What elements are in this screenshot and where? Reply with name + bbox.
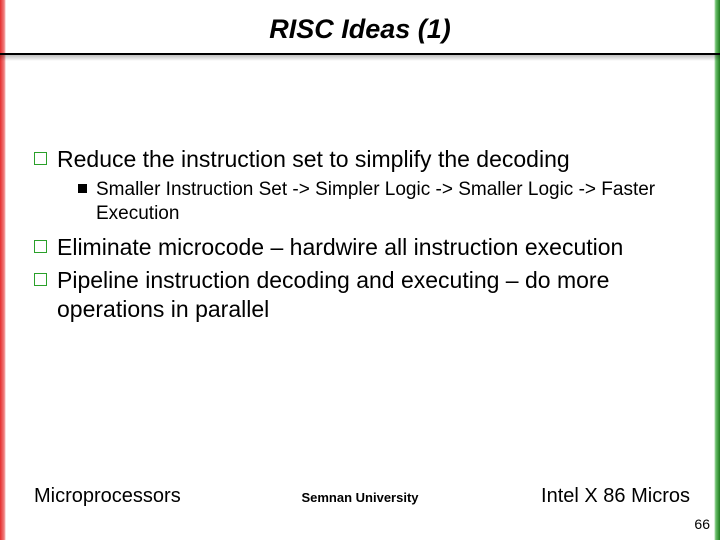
slide-border-left [0, 0, 6, 540]
bullet-text: Reduce the instruction set to simplify t… [57, 145, 570, 174]
sub-bullet-item-1: Smaller Instruction Set -> Simpler Logic… [78, 178, 682, 226]
slide-body: Reduce the instruction set to simplify t… [34, 145, 682, 328]
hollow-square-bullet-icon [34, 240, 47, 253]
sub-bullet-text: Smaller Instruction Set -> Simpler Logic… [96, 178, 682, 226]
bullet-item-2: Eliminate microcode – hardwire all instr… [34, 233, 682, 262]
hollow-square-bullet-icon [34, 273, 47, 286]
bullet-item-3: Pipeline instruction decoding and execut… [34, 266, 682, 324]
page-number: 66 [694, 516, 710, 532]
hollow-square-bullet-icon [34, 152, 47, 165]
footer-right: Intel X 86 Micros [541, 485, 690, 508]
slide-title: RISC Ideas (1) [0, 14, 720, 45]
bullet-text: Pipeline instruction decoding and execut… [57, 266, 682, 324]
bullet-item-1: Reduce the instruction set to simplify t… [34, 145, 682, 174]
bullet-text: Eliminate microcode – hardwire all instr… [57, 233, 623, 262]
filled-square-bullet-icon [78, 184, 87, 193]
title-shadow [0, 55, 720, 61]
slide-border-right [714, 0, 720, 540]
